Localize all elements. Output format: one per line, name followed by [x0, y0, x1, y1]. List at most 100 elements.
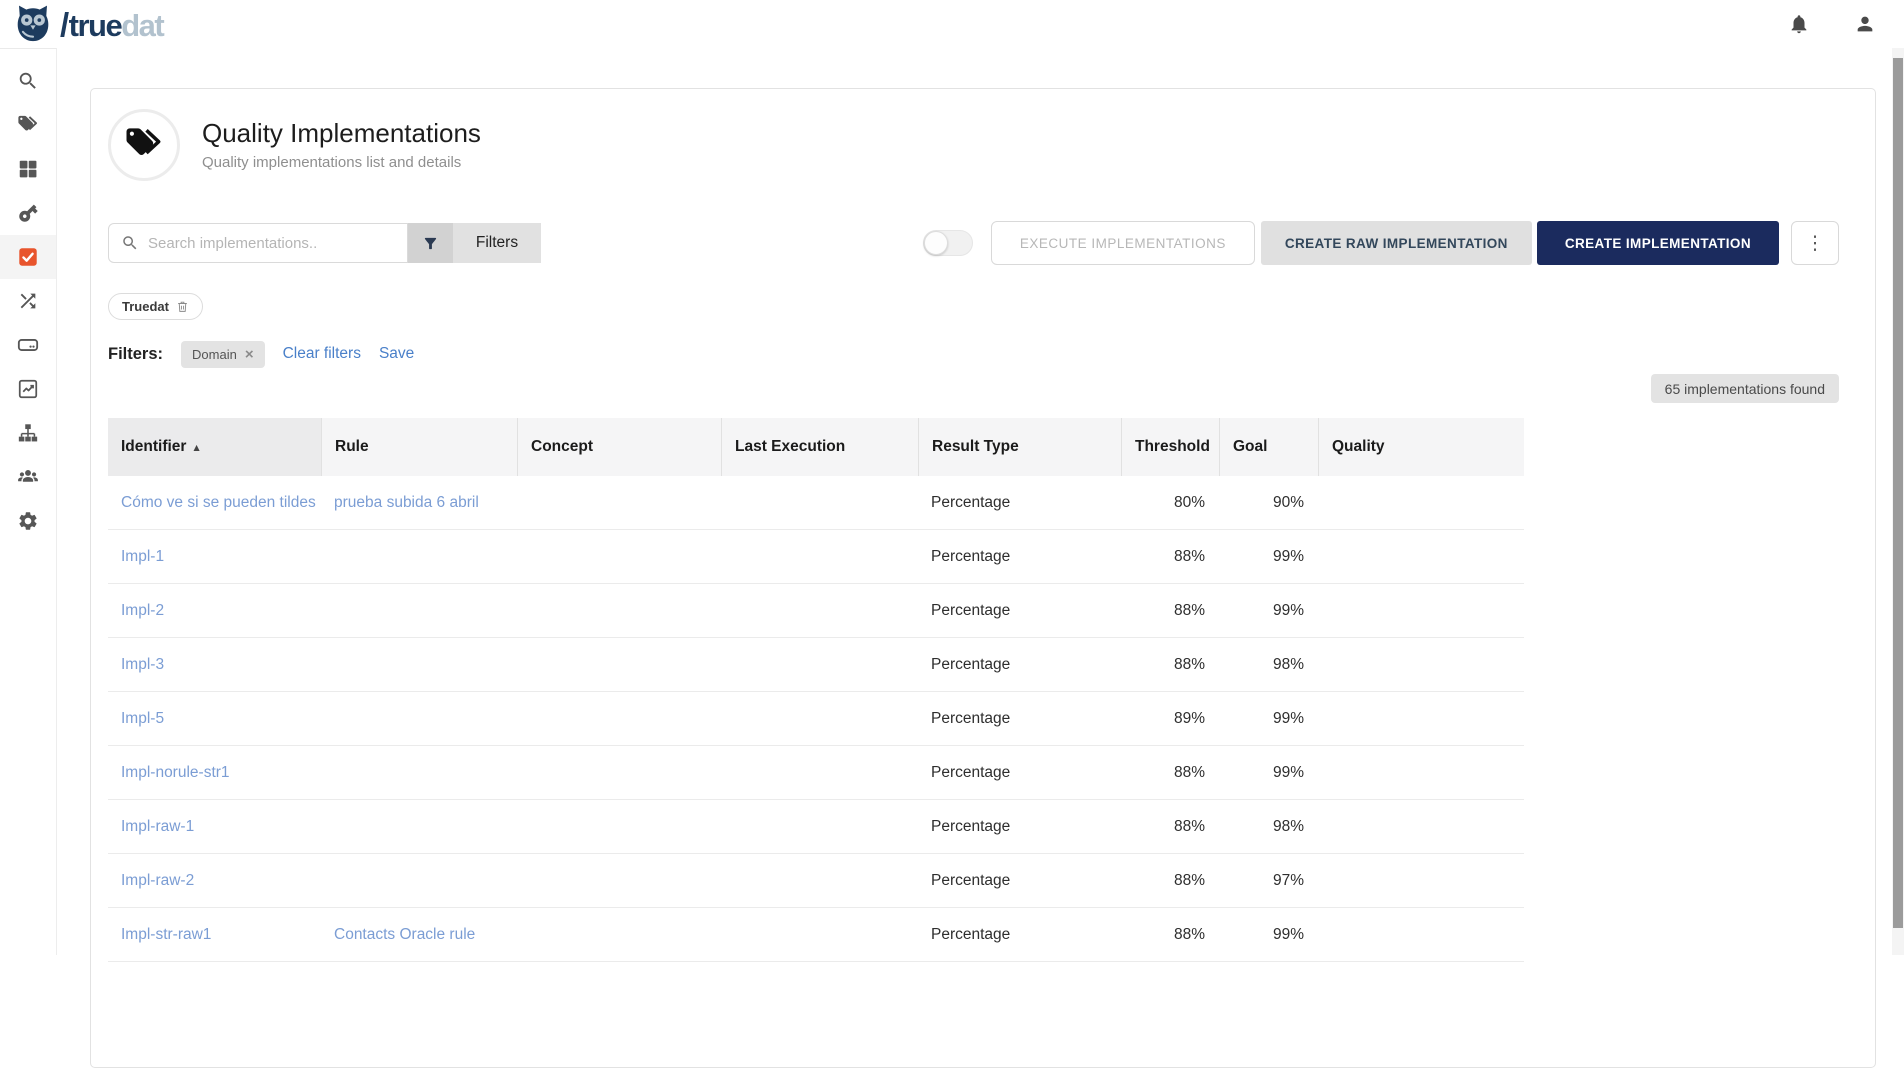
filter-funnel-button[interactable] [408, 223, 453, 263]
threshold-cell: 88% [1121, 548, 1219, 566]
implementation-identifier-link[interactable]: Impl-raw-2 [108, 872, 321, 890]
users-icon [17, 466, 39, 488]
result-type-cell: Percentage [918, 710, 1121, 728]
funnel-icon [422, 235, 439, 252]
table-row: Impl-5 Percentage 89% 99% [108, 692, 1524, 746]
clear-filters-link[interactable]: Clear filters [283, 345, 361, 363]
tag-header-icon [124, 125, 164, 165]
table-row: Impl-norule-str1 Percentage 88% 99% [108, 746, 1524, 800]
results-count-badge: 65 implementations found [1651, 374, 1839, 403]
tags-icon [17, 114, 39, 136]
main-content: Quality Implementations Quality implemen… [57, 48, 1892, 955]
gear-icon [17, 510, 39, 532]
page-scrollbar-thumb[interactable] [1893, 58, 1903, 928]
sidebar-item-glossary[interactable] [0, 103, 56, 147]
truedat-logo[interactable]: /truedat [12, 3, 163, 45]
column-header-concept[interactable]: Concept [517, 418, 721, 476]
sidebar-item-users[interactable] [0, 455, 56, 499]
sidebar-item-settings[interactable] [0, 499, 56, 543]
active-filter-chip-truedat[interactable]: Truedat [108, 293, 203, 320]
table-row: Impl-3 Percentage 88% 98% [108, 638, 1524, 692]
goal-cell: 90% [1219, 494, 1318, 512]
logo-wordmark: /truedat [56, 8, 163, 41]
table-row: Impl-raw-1 Percentage 88% 98% [108, 800, 1524, 854]
remove-domain-filter-icon[interactable]: × [245, 347, 254, 362]
search-input[interactable] [148, 235, 397, 252]
user-profile-icon[interactable] [1854, 13, 1876, 35]
implementation-identifier-link[interactable]: Impl-2 [108, 602, 321, 620]
result-type-cell: Percentage [918, 818, 1121, 836]
page-title: Quality Implementations [202, 119, 481, 149]
table-row: Impl-1 Percentage 88% 99% [108, 530, 1524, 584]
notifications-bell-icon[interactable] [1788, 13, 1810, 35]
goal-cell: 98% [1219, 656, 1318, 674]
search-icon [17, 70, 39, 92]
goal-cell: 99% [1219, 926, 1318, 944]
chart-icon [17, 378, 39, 400]
sidebar-item-permissions[interactable] [0, 191, 56, 235]
implementation-identifier-link[interactable]: Impl-norule-str1 [108, 764, 321, 782]
threshold-cell: 88% [1121, 656, 1219, 674]
create-raw-implementation-button[interactable]: CREATE RAW IMPLEMENTATION [1261, 221, 1532, 265]
sidebar-item-lineage[interactable] [0, 279, 56, 323]
column-header-rule[interactable]: Rule [321, 418, 517, 476]
goal-cell: 99% [1219, 548, 1318, 566]
table-header-row: Identifier ▲ Rule Concept Last Execution… [108, 418, 1524, 476]
threshold-cell: 88% [1121, 926, 1219, 944]
result-type-cell: Percentage [918, 872, 1121, 890]
table-row: Impl-2 Percentage 88% 99% [108, 584, 1524, 638]
drive-icon [17, 334, 39, 356]
execute-toggle[interactable] [923, 230, 973, 256]
table-body: Cómo ve si se pueden tildes prueba subid… [108, 476, 1524, 962]
page-subtitle: Quality implementations list and details [202, 154, 481, 171]
implementation-identifier-link[interactable]: Impl-3 [108, 656, 321, 674]
sidebar-item-quality[interactable] [0, 235, 56, 279]
trash-icon[interactable] [176, 300, 189, 313]
sidebar [0, 48, 57, 955]
result-type-cell: Percentage [918, 548, 1121, 566]
save-link[interactable]: Save [379, 345, 414, 363]
search-icon [121, 234, 139, 252]
implementation-identifier-link[interactable]: Impl-1 [108, 548, 321, 566]
result-type-cell: Percentage [918, 926, 1121, 944]
toggle-knob [924, 231, 948, 255]
rule-link[interactable]: prueba subida 6 abril [321, 494, 517, 512]
implementation-identifier-link[interactable]: Cómo ve si se pueden tildes [108, 494, 321, 512]
page-header-badge [108, 109, 180, 181]
more-options-button[interactable]: ⋮ [1791, 221, 1839, 265]
create-implementation-button[interactable]: CREATE IMPLEMENTATION [1537, 221, 1779, 265]
implementation-identifier-link[interactable]: Impl-raw-1 [108, 818, 321, 836]
implementation-identifier-link[interactable]: Impl-str-raw1 [108, 926, 321, 944]
top-bar: /truedat [0, 0, 1904, 48]
threshold-cell: 89% [1121, 710, 1219, 728]
owl-logo-icon [12, 3, 54, 45]
search-box [108, 223, 408, 263]
column-header-quality[interactable]: Quality [1318, 418, 1524, 476]
table-row: Impl-str-raw1 Contacts Oracle rule Perce… [108, 908, 1524, 962]
sidebar-item-modules[interactable] [0, 147, 56, 191]
column-header-identifier[interactable]: Identifier ▲ [108, 418, 321, 476]
domain-filter-chip[interactable]: Domain × [181, 341, 265, 368]
page-scrollbar-track [1892, 48, 1904, 955]
rule-link[interactable]: Contacts Oracle rule [321, 926, 517, 944]
sidebar-item-search[interactable] [0, 59, 56, 103]
column-header-last-execution[interactable]: Last Execution [721, 418, 918, 476]
sidebar-item-sources[interactable] [0, 323, 56, 367]
column-header-threshold[interactable]: Threshold [1121, 418, 1219, 476]
filters-button[interactable]: Filters [453, 223, 541, 263]
result-type-cell: Percentage [918, 656, 1121, 674]
kebab-icon: ⋮ [1806, 234, 1825, 253]
result-type-cell: Percentage [918, 602, 1121, 620]
sidebar-item-structures[interactable] [0, 411, 56, 455]
goal-cell: 97% [1219, 872, 1318, 890]
column-header-goal[interactable]: Goal [1219, 418, 1318, 476]
sidebar-item-dashboards[interactable] [0, 367, 56, 411]
sitemap-icon [17, 422, 39, 444]
implementation-identifier-link[interactable]: Impl-5 [108, 710, 321, 728]
result-type-cell: Percentage [918, 494, 1121, 512]
filters-label: Filters: [108, 345, 163, 364]
column-header-result-type[interactable]: Result Type [918, 418, 1121, 476]
goal-cell: 99% [1219, 602, 1318, 620]
execute-implementations-button[interactable]: EXECUTE IMPLEMENTATIONS [991, 221, 1255, 265]
goal-cell: 99% [1219, 710, 1318, 728]
